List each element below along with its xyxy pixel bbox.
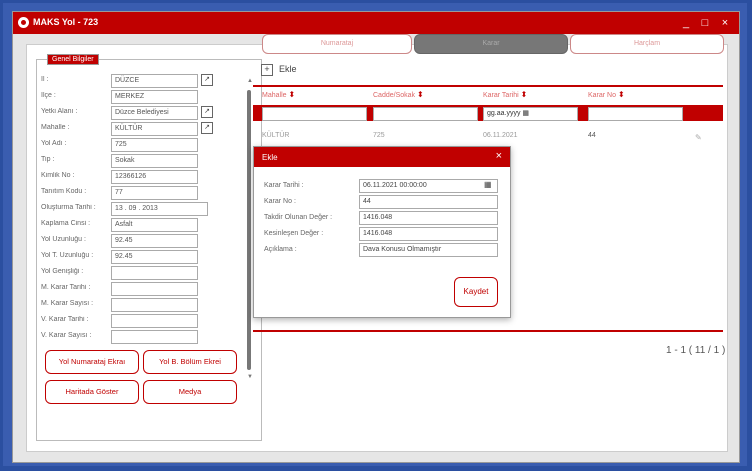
external-link-icon[interactable]: ↗ [201, 106, 213, 118]
external-link-icon[interactable]: ↗ [201, 74, 213, 86]
sort-icon: ⬍ [520, 90, 528, 99]
save-button[interactable]: Kaydet [454, 277, 498, 307]
field-label: Takdir Olunan Değer : [264, 214, 333, 221]
field-value[interactable]: MERKEZ [111, 90, 198, 104]
dialog-title-bar: Ekle × [254, 147, 510, 167]
edit-icon[interactable]: ✎ [695, 133, 702, 142]
minimize-button[interactable]: _ [677, 15, 695, 31]
field-label: Karar Tarihi : [264, 182, 304, 189]
field-label: V. Karar Sayısı : [41, 332, 92, 339]
tab-karar[interactable]: Karar [414, 34, 568, 54]
general-info-legend: Genel Bilgiler [47, 54, 99, 65]
header-mahalle[interactable]: Mahalle ⬍ [262, 90, 295, 99]
field-value[interactable]: 13 . 09 . 2013 [111, 202, 208, 216]
app-logo-icon [18, 17, 29, 28]
field-value[interactable]: Sokak [111, 154, 198, 168]
dialog-title: Ekle [262, 153, 278, 162]
field-value[interactable]: DÜZCE [111, 74, 198, 88]
field-value[interactable] [111, 330, 198, 344]
calendar-icon: ▦ [522, 110, 530, 117]
field-value[interactable]: KÜLTÜR [111, 122, 198, 136]
vertical-scrollbar[interactable] [247, 90, 251, 370]
field-value[interactable]: 12366126 [111, 170, 198, 184]
app-window: MAKS Yol - 723 _ □ × Genel Bilgiler İl :… [12, 11, 740, 463]
takdir-input[interactable]: 1416.048 [359, 211, 498, 225]
field-label: Kimlik No : [41, 172, 75, 179]
kesinlesen-input[interactable]: 1416.048 [359, 227, 498, 241]
header-karar-tarihi[interactable]: Karar Tarihi ⬍ [483, 90, 527, 99]
cell-karar-no: 44 [588, 132, 596, 139]
field-label: Mahalle : [41, 124, 70, 131]
pager-text: 1 - 1 ( 11 / 1 ) [666, 345, 726, 356]
header-divider [253, 85, 723, 87]
field-value[interactable] [111, 298, 198, 312]
footer-divider [253, 330, 723, 332]
add-button-label[interactable]: Ekle [279, 64, 297, 74]
field-value[interactable]: 92.45 [111, 250, 198, 264]
filter-mahalle-input[interactable] [262, 107, 367, 121]
sort-icon: ⬍ [288, 90, 296, 99]
sort-icon: ⬍ [416, 90, 424, 99]
screen-frame: MAKS Yol - 723 _ □ × Genel Bilgiler İl :… [3, 3, 747, 466]
header-cadde-sokak[interactable]: Cadde/Sokak ⬍ [373, 90, 424, 99]
field-value[interactable] [111, 314, 198, 328]
calendar-icon[interactable]: ▦ [484, 180, 492, 189]
haritada-goster-button[interactable]: Haritada Göster [45, 380, 139, 404]
field-value[interactable] [111, 266, 198, 280]
field-label: Karar No : [264, 198, 296, 205]
field-value[interactable]: 92.45 [111, 234, 198, 248]
field-label: Tanıtım Kodu : [41, 188, 87, 195]
field-label: Yetki Alanı : [41, 108, 78, 115]
field-value[interactable]: 77 [111, 186, 198, 200]
maximize-button[interactable]: □ [696, 15, 714, 31]
ekle-dialog: Ekle × Karar Tarihi : 06.11.2021 00:00:0… [253, 146, 511, 318]
field-label: Açıklama : [264, 246, 297, 253]
window-title: MAKS Yol - 723 [33, 17, 99, 27]
field-label: M. Karar Tarihi : [41, 284, 91, 291]
filter-date-input[interactable]: gg.aa.yyyy ▦ [483, 107, 578, 121]
field-value[interactable]: 725 [111, 138, 198, 152]
yol-bolum-button[interactable]: Yol B. Bölüm Ekrei [143, 350, 237, 374]
yol-numarataj-button[interactable]: Yol Numarataj Ekraı [45, 350, 139, 374]
dialog-close-icon[interactable]: × [496, 150, 502, 162]
field-label: Yol Uzunluğu : [41, 236, 86, 243]
sort-icon: ⬍ [617, 90, 625, 99]
field-label: Kaplama Cinsi : [41, 220, 91, 227]
external-link-icon[interactable]: ↗ [201, 122, 213, 134]
general-info-panel: Genel Bilgiler İl : DÜZCE ↗ İlçe : MERKE… [36, 54, 262, 441]
field-label: V. Karar Tarihi : [41, 316, 89, 323]
field-value[interactable]: Düzce Belediyesi [111, 106, 198, 120]
tab-numarataj[interactable]: Numarataj [262, 34, 412, 54]
aciklama-input[interactable]: Dava Konusu Olmamıştır [359, 243, 498, 257]
field-label: İl : [41, 76, 49, 83]
title-bar: MAKS Yol - 723 _ □ × [13, 12, 739, 34]
field-label: Yol Genişliği : [41, 268, 84, 275]
field-label: İlçe : [41, 92, 56, 99]
cell-karar-tarihi: 06.11.2021 [483, 132, 518, 139]
field-label: M. Karar Sayısı : [41, 300, 94, 307]
field-value[interactable]: Asfalt [111, 218, 198, 232]
close-button[interactable]: × [716, 15, 734, 31]
field-label: Kesinleşen Değer : [264, 230, 324, 237]
tab-harclam[interactable]: Harçlam [570, 34, 724, 54]
field-label: Yol Adı : [41, 140, 67, 147]
field-value[interactable] [111, 282, 198, 296]
karar-no-input[interactable]: 44 [359, 195, 498, 209]
cell-cadde: 725 [373, 132, 385, 139]
filter-cadde-input[interactable] [373, 107, 478, 121]
plus-icon[interactable]: + [261, 64, 273, 76]
field-label: Tip : [41, 156, 55, 163]
scroll-up-icon[interactable]: ▲ [247, 78, 253, 84]
medya-button[interactable]: Medya [143, 380, 237, 404]
karar-tarihi-input[interactable]: 06.11.2021 00:00:00 [359, 179, 498, 193]
header-karar-no[interactable]: Karar No ⬍ [588, 90, 625, 99]
filter-karar-no-input[interactable] [588, 107, 683, 121]
cell-mahalle: KÜLTÜR [262, 132, 290, 139]
field-label: Yol T. Uzunluğu : [41, 252, 94, 259]
scroll-down-icon[interactable]: ▼ [247, 374, 253, 380]
field-label: Oluşturma Tarihi : [41, 204, 96, 211]
